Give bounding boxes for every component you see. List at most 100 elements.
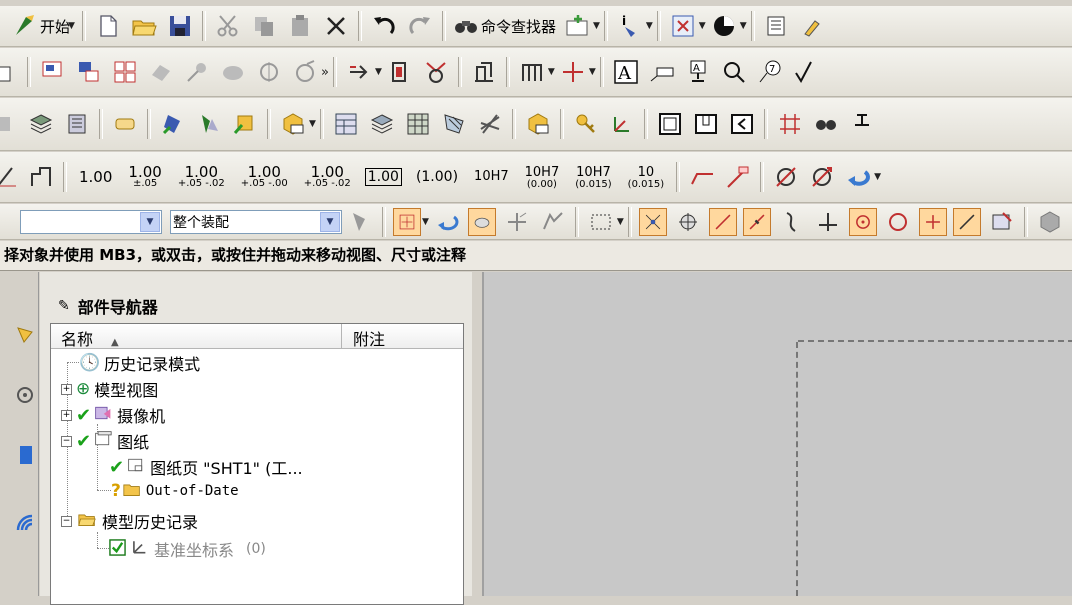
binoculars-icon[interactable]: 命令查找器	[453, 11, 556, 41]
edit-sheet-icon[interactable]	[469, 57, 499, 87]
parts-list-2-icon[interactable]	[523, 109, 553, 139]
chevron-down-icon[interactable]: ▼	[68, 21, 75, 31]
tree-item-model-history[interactable]: − 模型历史记录	[61, 508, 198, 534]
title-block-icon[interactable]	[691, 109, 721, 139]
new-file-icon[interactable]	[93, 11, 123, 41]
coordinate-icon[interactable]	[607, 109, 637, 139]
update-view-icon[interactable]	[344, 57, 374, 87]
dim-style-fit-tol-2[interactable]: 10H7 (0.015)	[575, 164, 611, 190]
camera-view-icon[interactable]	[811, 109, 841, 139]
graphics-window[interactable]	[482, 272, 1072, 596]
reposition-component-icon[interactable]	[230, 109, 260, 139]
chevron-down-icon[interactable]: ▼	[646, 21, 653, 31]
half-section-icon[interactable]	[254, 57, 284, 87]
dim-style-limit[interactable]: 1.00 +.05 -.00	[241, 165, 288, 189]
chevron-down-icon[interactable]: ▼	[740, 21, 747, 31]
shaded-cube-icon[interactable]	[1035, 207, 1065, 237]
select-feature-icon[interactable]	[502, 207, 532, 237]
view-display-icon[interactable]	[421, 57, 451, 87]
expand-icon[interactable]: +	[61, 409, 72, 421]
snap-midpoint-icon[interactable]	[742, 207, 771, 236]
checkmark-icon[interactable]: ✔	[76, 431, 91, 452]
chevron-down-icon[interactable]: ▼	[874, 172, 881, 182]
stack-layers-icon[interactable]	[367, 109, 397, 139]
expand-icon[interactable]: +	[61, 383, 72, 395]
chevron-down-icon[interactable]: ▼	[375, 67, 382, 77]
dim-style-unilateral[interactable]: 1.00 +.05 -.02	[178, 165, 225, 189]
snap-on-curve-icon[interactable]	[952, 207, 981, 236]
snap-line-icon[interactable]	[708, 207, 737, 236]
checkbox-checked-icon[interactable]	[109, 538, 126, 560]
snap-end-icon[interactable]	[673, 207, 703, 237]
chevron-down-icon[interactable]: ▼	[140, 211, 160, 232]
tabular-note-icon[interactable]	[331, 109, 361, 139]
chain-icon[interactable]	[475, 109, 505, 139]
chevron-down-icon[interactable]: ▼	[699, 21, 706, 31]
brush-icon[interactable]	[798, 11, 828, 41]
copy-icon[interactable]	[249, 11, 279, 41]
undo-icon[interactable]	[369, 11, 399, 41]
view-boundary-icon[interactable]	[385, 57, 415, 87]
key-icon[interactable]	[571, 109, 601, 139]
base-view-icon[interactable]	[38, 57, 68, 87]
bracket-icon[interactable]	[847, 109, 877, 139]
tree-item-model-views[interactable]: + ⊕ 模型视图	[61, 376, 158, 402]
chevron-down-icon[interactable]: ▼	[309, 119, 316, 129]
chevron-down-icon[interactable]: ▼	[422, 217, 429, 227]
select-all-icon[interactable]	[467, 207, 496, 236]
chevron-down-icon[interactable]: ▼	[589, 67, 596, 77]
note-icon[interactable]: A	[611, 57, 641, 87]
add-component-icon[interactable]	[158, 109, 188, 139]
layers-icon[interactable]	[26, 109, 56, 139]
zoom-icon[interactable]	[719, 57, 749, 87]
hatch-icon[interactable]	[439, 109, 469, 139]
select-component-icon[interactable]	[345, 207, 375, 237]
dim-style-limit-2[interactable]: 1.00 +.05 -.02	[304, 165, 351, 189]
snap-quadrant-icon[interactable]	[883, 207, 913, 237]
checkmark-icon[interactable]: ✔	[76, 405, 91, 426]
projected-view-icon[interactable]	[74, 57, 104, 87]
snap-dialog-icon[interactable]	[987, 207, 1017, 237]
surface-finish-icon[interactable]	[791, 57, 821, 87]
leader-angled-icon[interactable]	[723, 162, 753, 192]
chevron-down-icon[interactable]: ▼	[617, 217, 624, 227]
drawing-sheet-icon[interactable]	[562, 11, 592, 41]
tree-item-out-of-date[interactable]: ? Out-of-Date	[111, 478, 239, 504]
chevron-down-icon[interactable]: ▼	[320, 211, 340, 232]
start-icon[interactable]: 开始 ▼	[12, 11, 75, 41]
dim-style-basic[interactable]: 1.00	[364, 168, 402, 186]
diameter-2-icon[interactable]	[807, 162, 837, 192]
type-filter-combo[interactable]: ▼	[20, 209, 162, 234]
snap-existing-icon[interactable]	[918, 207, 947, 236]
chevron-more-icon[interactable]: »	[321, 65, 329, 80]
spreadsheet-icon[interactable]	[403, 109, 433, 139]
collapse-icon[interactable]: −	[61, 435, 72, 447]
layer-settings-icon[interactable]	[762, 11, 792, 41]
chevron-down-icon[interactable]: ▼	[548, 67, 555, 77]
snap-curve-icon[interactable]	[777, 207, 807, 237]
fit-view-icon[interactable]	[668, 11, 698, 41]
redo-icon[interactable]	[405, 11, 435, 41]
view-icon[interactable]	[0, 57, 20, 87]
folded-section-icon[interactable]	[290, 57, 320, 87]
tree-item-sheet[interactable]: ✔ 图纸页 "SHT1" (工...	[109, 454, 303, 480]
select-curve-icon[interactable]	[538, 207, 568, 237]
collapse-icon[interactable]: −	[61, 515, 72, 527]
balloon-icon[interactable]: 7	[755, 57, 785, 87]
dim-style-bilateral[interactable]: 1.00 ±.05	[128, 165, 161, 189]
checkmark-icon[interactable]: ✔	[109, 457, 124, 478]
dim-style-fit[interactable]: 10H7	[474, 170, 509, 184]
snap-intersection-icon[interactable]	[813, 207, 843, 237]
break-view-icon[interactable]	[182, 57, 212, 87]
parts-list-icon[interactable]	[278, 109, 308, 139]
tree-item-datum-csys[interactable]: 基准坐标系 (0)	[109, 536, 266, 562]
open-folder-icon[interactable]	[129, 11, 159, 41]
center-mark-icon[interactable]	[558, 57, 588, 87]
reuse-library-tab-icon[interactable]	[14, 444, 36, 466]
column-name-header[interactable]: 名称 ▲	[61, 326, 119, 350]
snap-point-icon[interactable]	[393, 207, 421, 236]
back-arrow-icon[interactable]	[843, 162, 873, 192]
chevron-down-icon[interactable]: ▼	[593, 21, 600, 31]
dim-style-fit-tol-3[interactable]: 10 (0.015)	[628, 164, 664, 190]
leader-horizontal-icon[interactable]	[687, 162, 717, 192]
